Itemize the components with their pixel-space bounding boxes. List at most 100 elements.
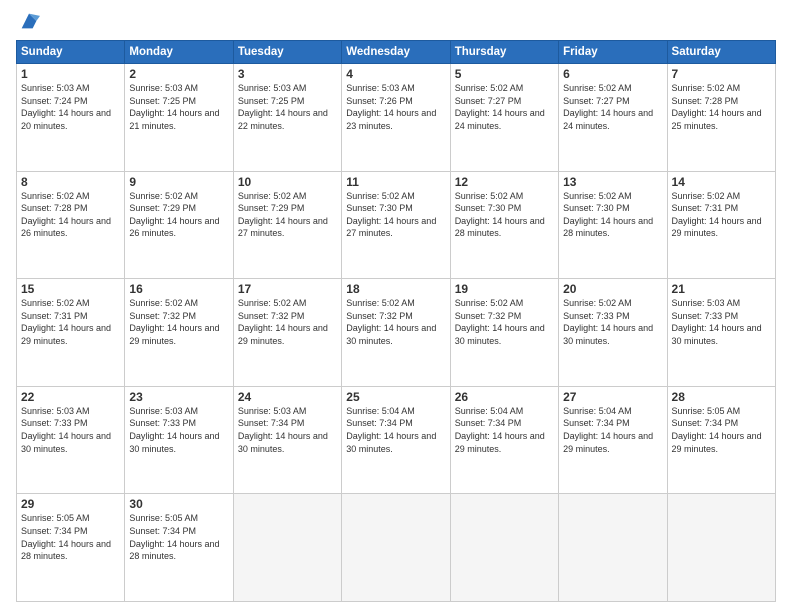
day-info: Sunrise: 5:02 AMSunset: 7:27 PMDaylight:… <box>455 82 554 132</box>
day-info: Sunrise: 5:02 AMSunset: 7:32 PMDaylight:… <box>129 297 228 347</box>
calendar-day-22: 22Sunrise: 5:03 AMSunset: 7:33 PMDayligh… <box>17 386 125 494</box>
weekday-header-wednesday: Wednesday <box>342 41 450 64</box>
weekday-header-sunday: Sunday <box>17 41 125 64</box>
day-info: Sunrise: 5:04 AMSunset: 7:34 PMDaylight:… <box>346 405 445 455</box>
calendar-day-empty <box>450 494 558 602</box>
calendar-day-20: 20Sunrise: 5:02 AMSunset: 7:33 PMDayligh… <box>559 279 667 387</box>
day-info: Sunrise: 5:04 AMSunset: 7:34 PMDaylight:… <box>455 405 554 455</box>
day-number: 28 <box>672 390 771 404</box>
calendar-table: SundayMondayTuesdayWednesdayThursdayFrid… <box>16 40 776 602</box>
day-info: Sunrise: 5:02 AMSunset: 7:27 PMDaylight:… <box>563 82 662 132</box>
day-number: 29 <box>21 497 120 511</box>
day-info: Sunrise: 5:02 AMSunset: 7:28 PMDaylight:… <box>672 82 771 132</box>
weekday-header-friday: Friday <box>559 41 667 64</box>
day-info: Sunrise: 5:02 AMSunset: 7:30 PMDaylight:… <box>346 190 445 240</box>
calendar-day-empty <box>667 494 775 602</box>
calendar-day-6: 6Sunrise: 5:02 AMSunset: 7:27 PMDaylight… <box>559 64 667 172</box>
calendar-week-5: 29Sunrise: 5:05 AMSunset: 7:34 PMDayligh… <box>17 494 776 602</box>
day-number: 12 <box>455 175 554 189</box>
calendar-day-9: 9Sunrise: 5:02 AMSunset: 7:29 PMDaylight… <box>125 171 233 279</box>
day-info: Sunrise: 5:02 AMSunset: 7:31 PMDaylight:… <box>21 297 120 347</box>
calendar-day-27: 27Sunrise: 5:04 AMSunset: 7:34 PMDayligh… <box>559 386 667 494</box>
calendar-day-28: 28Sunrise: 5:05 AMSunset: 7:34 PMDayligh… <box>667 386 775 494</box>
day-number: 4 <box>346 67 445 81</box>
weekday-header-thursday: Thursday <box>450 41 558 64</box>
day-number: 7 <box>672 67 771 81</box>
calendar-day-5: 5Sunrise: 5:02 AMSunset: 7:27 PMDaylight… <box>450 64 558 172</box>
day-info: Sunrise: 5:03 AMSunset: 7:24 PMDaylight:… <box>21 82 120 132</box>
calendar-day-empty <box>233 494 341 602</box>
calendar-week-3: 15Sunrise: 5:02 AMSunset: 7:31 PMDayligh… <box>17 279 776 387</box>
day-info: Sunrise: 5:05 AMSunset: 7:34 PMDaylight:… <box>21 512 120 562</box>
day-info: Sunrise: 5:02 AMSunset: 7:30 PMDaylight:… <box>455 190 554 240</box>
calendar-day-26: 26Sunrise: 5:04 AMSunset: 7:34 PMDayligh… <box>450 386 558 494</box>
day-number: 8 <box>21 175 120 189</box>
day-number: 3 <box>238 67 337 81</box>
calendar-day-8: 8Sunrise: 5:02 AMSunset: 7:28 PMDaylight… <box>17 171 125 279</box>
calendar-day-2: 2Sunrise: 5:03 AMSunset: 7:25 PMDaylight… <box>125 64 233 172</box>
day-number: 9 <box>129 175 228 189</box>
day-info: Sunrise: 5:02 AMSunset: 7:31 PMDaylight:… <box>672 190 771 240</box>
logo-icon <box>18 10 40 32</box>
day-number: 19 <box>455 282 554 296</box>
calendar-day-24: 24Sunrise: 5:03 AMSunset: 7:34 PMDayligh… <box>233 386 341 494</box>
calendar-day-3: 3Sunrise: 5:03 AMSunset: 7:25 PMDaylight… <box>233 64 341 172</box>
day-info: Sunrise: 5:03 AMSunset: 7:25 PMDaylight:… <box>238 82 337 132</box>
day-info: Sunrise: 5:03 AMSunset: 7:33 PMDaylight:… <box>129 405 228 455</box>
day-number: 11 <box>346 175 445 189</box>
day-number: 27 <box>563 390 662 404</box>
day-info: Sunrise: 5:05 AMSunset: 7:34 PMDaylight:… <box>672 405 771 455</box>
day-info: Sunrise: 5:02 AMSunset: 7:33 PMDaylight:… <box>563 297 662 347</box>
calendar-day-29: 29Sunrise: 5:05 AMSunset: 7:34 PMDayligh… <box>17 494 125 602</box>
day-number: 6 <box>563 67 662 81</box>
page: SundayMondayTuesdayWednesdayThursdayFrid… <box>0 0 792 612</box>
calendar-day-18: 18Sunrise: 5:02 AMSunset: 7:32 PMDayligh… <box>342 279 450 387</box>
day-info: Sunrise: 5:02 AMSunset: 7:29 PMDaylight:… <box>129 190 228 240</box>
calendar-day-23: 23Sunrise: 5:03 AMSunset: 7:33 PMDayligh… <box>125 386 233 494</box>
day-number: 25 <box>346 390 445 404</box>
calendar-day-4: 4Sunrise: 5:03 AMSunset: 7:26 PMDaylight… <box>342 64 450 172</box>
calendar-day-empty <box>342 494 450 602</box>
weekday-header-saturday: Saturday <box>667 41 775 64</box>
day-info: Sunrise: 5:03 AMSunset: 7:26 PMDaylight:… <box>346 82 445 132</box>
day-number: 17 <box>238 282 337 296</box>
day-info: Sunrise: 5:03 AMSunset: 7:33 PMDaylight:… <box>672 297 771 347</box>
weekday-header-tuesday: Tuesday <box>233 41 341 64</box>
calendar-day-19: 19Sunrise: 5:02 AMSunset: 7:32 PMDayligh… <box>450 279 558 387</box>
header <box>16 12 776 32</box>
calendar-day-30: 30Sunrise: 5:05 AMSunset: 7:34 PMDayligh… <box>125 494 233 602</box>
calendar-day-17: 17Sunrise: 5:02 AMSunset: 7:32 PMDayligh… <box>233 279 341 387</box>
day-number: 15 <box>21 282 120 296</box>
day-number: 24 <box>238 390 337 404</box>
day-number: 5 <box>455 67 554 81</box>
calendar-day-16: 16Sunrise: 5:02 AMSunset: 7:32 PMDayligh… <box>125 279 233 387</box>
day-info: Sunrise: 5:02 AMSunset: 7:32 PMDaylight:… <box>346 297 445 347</box>
calendar-day-empty <box>559 494 667 602</box>
calendar-week-2: 8Sunrise: 5:02 AMSunset: 7:28 PMDaylight… <box>17 171 776 279</box>
calendar-day-15: 15Sunrise: 5:02 AMSunset: 7:31 PMDayligh… <box>17 279 125 387</box>
weekday-header-monday: Monday <box>125 41 233 64</box>
day-number: 26 <box>455 390 554 404</box>
day-info: Sunrise: 5:02 AMSunset: 7:29 PMDaylight:… <box>238 190 337 240</box>
day-info: Sunrise: 5:03 AMSunset: 7:34 PMDaylight:… <box>238 405 337 455</box>
day-number: 1 <box>21 67 120 81</box>
day-number: 13 <box>563 175 662 189</box>
day-info: Sunrise: 5:04 AMSunset: 7:34 PMDaylight:… <box>563 405 662 455</box>
day-number: 20 <box>563 282 662 296</box>
calendar-header: SundayMondayTuesdayWednesdayThursdayFrid… <box>17 41 776 64</box>
calendar-day-12: 12Sunrise: 5:02 AMSunset: 7:30 PMDayligh… <box>450 171 558 279</box>
day-info: Sunrise: 5:03 AMSunset: 7:25 PMDaylight:… <box>129 82 228 132</box>
day-info: Sunrise: 5:03 AMSunset: 7:33 PMDaylight:… <box>21 405 120 455</box>
calendar-day-13: 13Sunrise: 5:02 AMSunset: 7:30 PMDayligh… <box>559 171 667 279</box>
calendar-day-1: 1Sunrise: 5:03 AMSunset: 7:24 PMDaylight… <box>17 64 125 172</box>
day-info: Sunrise: 5:02 AMSunset: 7:30 PMDaylight:… <box>563 190 662 240</box>
day-number: 23 <box>129 390 228 404</box>
day-number: 16 <box>129 282 228 296</box>
calendar-day-25: 25Sunrise: 5:04 AMSunset: 7:34 PMDayligh… <box>342 386 450 494</box>
day-info: Sunrise: 5:02 AMSunset: 7:32 PMDaylight:… <box>238 297 337 347</box>
day-number: 14 <box>672 175 771 189</box>
day-number: 10 <box>238 175 337 189</box>
day-number: 18 <box>346 282 445 296</box>
day-number: 2 <box>129 67 228 81</box>
logo <box>16 12 40 32</box>
